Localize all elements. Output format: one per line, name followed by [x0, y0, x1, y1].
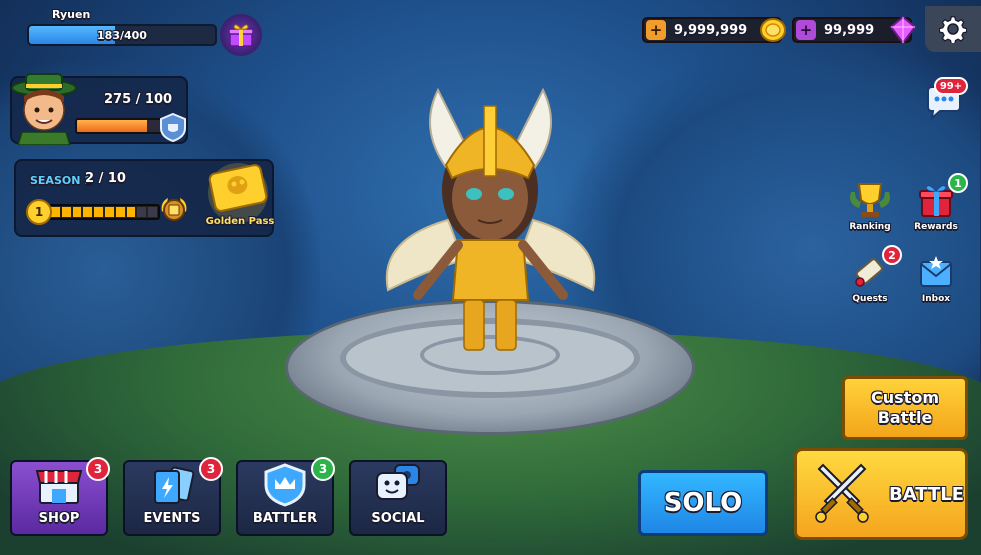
gem-amount: 99,999 — [824, 22, 875, 38]
crossed-swords-icon — [815, 463, 869, 523]
nav-social[interactable]: SOCIAL — [349, 460, 447, 536]
cards-icon — [154, 466, 195, 504]
golden-pass-label[interactable]: Golden Pass — [204, 216, 276, 227]
nav-events-label: EVENTS — [143, 511, 201, 526]
level-progress-bar — [75, 118, 167, 134]
season-progress-segment — [104, 207, 114, 217]
ranking-label: Ranking — [849, 222, 891, 232]
ranking-button[interactable]: Ranking — [840, 180, 900, 240]
season-progress-segment — [61, 207, 71, 217]
level-progress-fill — [77, 120, 148, 132]
season-label: SEASON 1 — [30, 174, 92, 187]
add-gems-button[interactable]: + — [796, 20, 816, 40]
season-progress-segment — [83, 207, 93, 217]
season-progress-segment — [126, 207, 136, 217]
season-progress-segment — [115, 207, 125, 217]
season-count: 2 / 10 — [85, 171, 126, 186]
gem-icon — [889, 15, 917, 45]
events-badge: 3 — [199, 457, 223, 481]
nav-social-label: SOCIAL — [371, 511, 425, 526]
xp-progress-bar: 183/400 — [27, 24, 217, 46]
nav-shop-label: SHOP — [38, 511, 80, 526]
coin-amount: 9,999,999 — [674, 22, 748, 38]
trophy-icon — [850, 183, 890, 217]
gem-counter: + 99,999 — [792, 15, 917, 45]
rewards-badge: 1 — [948, 173, 968, 193]
battler-badge: 3 — [311, 457, 335, 481]
coin-icon — [760, 18, 786, 42]
season-level-badge: 1 — [26, 199, 52, 225]
envelope-icon — [920, 256, 952, 287]
social-chat-icon — [376, 464, 420, 500]
custom-battle-button[interactable]: Custom Battle — [842, 376, 968, 440]
hero-character[interactable] — [378, 70, 603, 360]
player-name: Ryuen — [52, 8, 91, 21]
season-progress-segment — [137, 207, 147, 217]
gift-icon — [228, 24, 254, 47]
quests-label: Quests — [852, 294, 888, 304]
solo-button[interactable]: SOLO — [638, 470, 768, 536]
rank-shield-icon — [160, 112, 186, 142]
season-progress-segment — [94, 207, 103, 217]
coin-counter: + 9,999,999 — [642, 17, 786, 43]
chat-badge: 99+ — [934, 77, 968, 95]
player-level-text: 275 / 100 — [104, 92, 173, 107]
season-progress-segment — [51, 207, 60, 217]
shop-badge: 3 — [86, 457, 110, 481]
nav-battler-label: BATTLER — [252, 511, 318, 526]
settings-button[interactable] — [925, 6, 981, 52]
inbox-label: Inbox — [921, 294, 951, 304]
season-progress-track — [48, 204, 160, 220]
gear-icon — [939, 16, 967, 43]
shield-crown-icon — [264, 463, 306, 507]
medal-icon — [161, 198, 187, 221]
battle-button[interactable]: BATTLE — [794, 448, 968, 540]
xp-text: 183/400 — [97, 29, 147, 42]
add-coins-button[interactable]: + — [646, 20, 666, 40]
gift-button[interactable] — [220, 14, 262, 56]
season-progress-segment — [72, 207, 82, 217]
rewards-label: Rewards — [914, 222, 958, 232]
inbox-button[interactable]: Inbox — [906, 252, 966, 312]
avatar[interactable] — [8, 70, 80, 145]
shop-icon — [35, 470, 83, 504]
battle-label: BATTLE — [889, 483, 964, 505]
quests-badge: 2 — [882, 245, 902, 265]
season-progress-segment — [148, 207, 157, 217]
